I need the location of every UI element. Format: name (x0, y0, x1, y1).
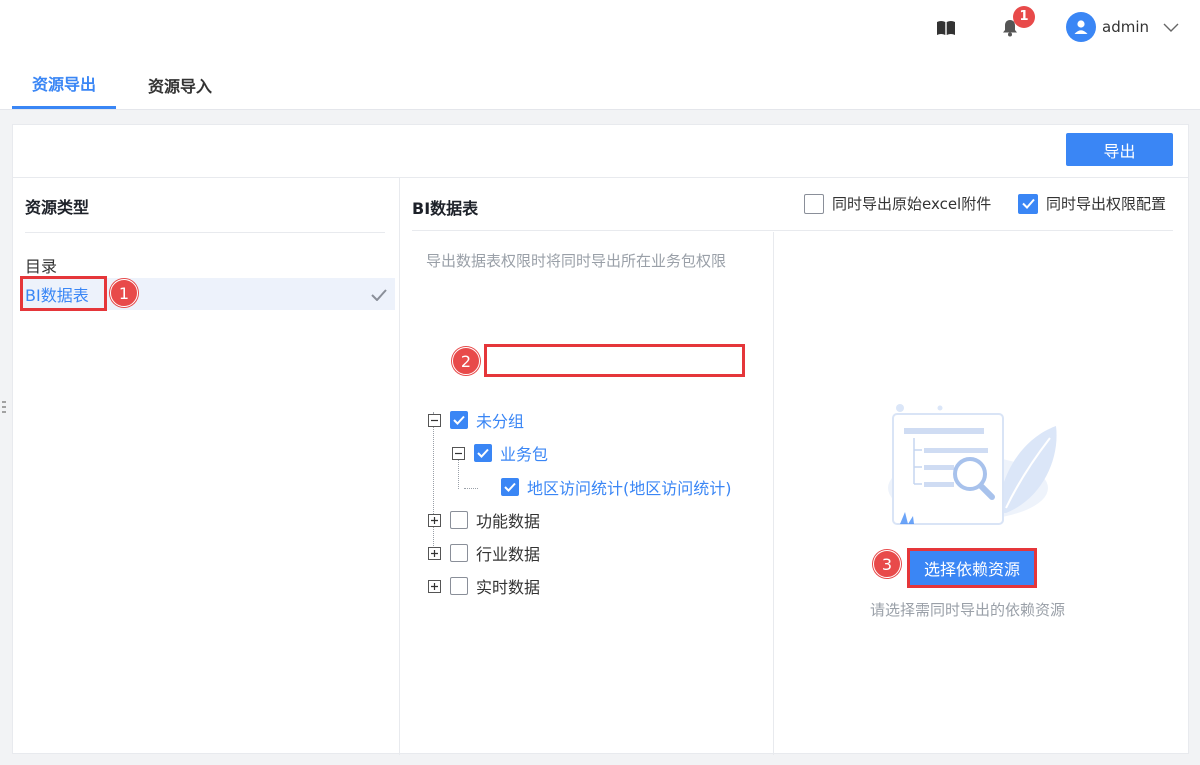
divider (25, 232, 385, 233)
tree-node-industry-data[interactable]: 行业数据 (428, 542, 540, 564)
permission-hint: 导出数据表权限时将同时导出所在业务包权限 (426, 252, 727, 270)
resize-handle[interactable] (2, 399, 6, 419)
tree-checkbox[interactable] (501, 478, 519, 496)
tree-node-business-package[interactable]: 业务包 (452, 442, 548, 464)
expand-icon[interactable] (428, 546, 441, 560)
tree-checkbox[interactable] (450, 577, 468, 595)
avatar (1066, 12, 1096, 42)
dependency-resources-hint: 请选择需同时导出的依赖资源 (870, 601, 1066, 619)
tree-node-label: 业务包 (500, 445, 549, 464)
annotation-step-2: 2 (452, 347, 480, 375)
tree-node-function-data[interactable]: 功能数据 (428, 509, 540, 531)
tree-node-region-visit-stats[interactable]: 地区访问统计(地区访问统计) (501, 476, 732, 498)
notification-badge: 1 (1013, 6, 1035, 28)
tree-node-label: 未分组 (476, 412, 525, 431)
tree-guide-line (464, 488, 478, 489)
tree-checkbox[interactable] (450, 544, 468, 562)
username: admin (1102, 18, 1149, 36)
tree-checkbox[interactable] (450, 511, 468, 529)
divider (412, 230, 1173, 231)
annotation-box-3 (907, 548, 1037, 588)
resource-type-directory[interactable]: 目录 (25, 253, 57, 277)
resource-type-title: 资源类型 (25, 198, 90, 217)
annotation-box-2 (484, 344, 745, 377)
tab-resource-export[interactable]: 资源导出 (12, 60, 116, 109)
bi-table-title: BI数据表 (412, 199, 479, 218)
bi-table-tree-panel: 导出数据表权限时将同时导出所在业务包权限 未分组 业务包 地区访问统计(地区访问… (400, 232, 774, 755)
expand-icon[interactable] (428, 513, 441, 527)
tree-node-label: 功能数据 (476, 512, 541, 531)
tree-checkbox[interactable] (450, 411, 468, 429)
tree-node-realtime-data[interactable]: 实时数据 (428, 575, 540, 597)
export-excel-attachment-option[interactable]: 同时导出原始excel附件 (804, 193, 991, 214)
export-excel-checkbox[interactable] (804, 193, 824, 214)
collapse-icon[interactable] (452, 446, 465, 460)
chevron-down-icon[interactable] (1163, 18, 1179, 37)
collapse-icon[interactable] (428, 413, 441, 427)
export-excel-label: 同时导出原始excel附件 (832, 195, 992, 213)
annotation-box-1 (20, 276, 107, 311)
tree-node-ungrouped[interactable]: 未分组 (428, 409, 524, 431)
export-permission-checkbox[interactable] (1018, 193, 1038, 214)
tree-guide-line (433, 412, 434, 552)
tree-node-label: 地区访问统计(地区访问统计) (527, 479, 732, 498)
tab-resource-import[interactable]: 资源导入 (130, 60, 230, 109)
tree-checkbox[interactable] (474, 444, 492, 462)
export-permission-label: 同时导出权限配置 (1046, 195, 1167, 213)
expand-icon[interactable] (428, 579, 441, 593)
check-icon (371, 286, 387, 305)
resource-type-panel: 资源类型 目录 BI数据表 (13, 178, 400, 755)
export-button[interactable]: 导出 (1066, 133, 1173, 166)
tree-node-label: 行业数据 (476, 545, 541, 564)
book-icon[interactable] (934, 16, 958, 40)
annotation-step-1: 1 (110, 279, 138, 307)
export-permission-option[interactable]: 同时导出权限配置 (1018, 193, 1166, 214)
empty-state-illustration (878, 398, 1063, 532)
user-menu[interactable]: admin (1066, 11, 1179, 43)
tree-node-label: 实时数据 (476, 578, 541, 597)
annotation-step-3: 3 (873, 550, 901, 578)
top-bar: 1 admin 资源导出 资源导入 (0, 0, 1200, 110)
